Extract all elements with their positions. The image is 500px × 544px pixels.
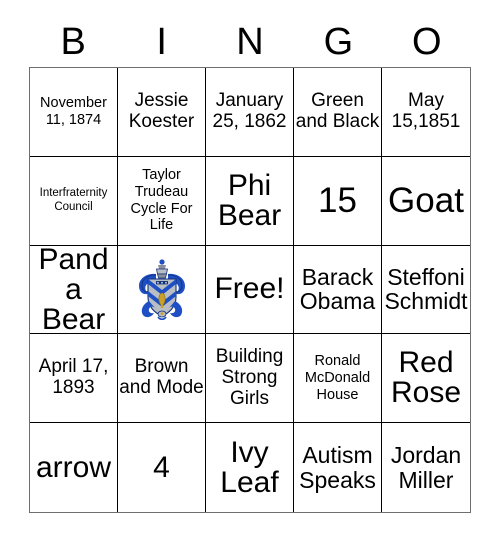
bingo-cell-label: Building Strong Girls	[215, 345, 284, 409]
bingo-cell-r3c2[interactable]	[118, 245, 206, 335]
bingo-cell-r5c5[interactable]: Jordan Miller	[382, 423, 470, 512]
fraternity-crest-icon	[132, 256, 192, 322]
bingo-cell-label: 4	[153, 450, 170, 484]
bingo-cell-label: arrow	[35, 450, 111, 484]
bingo-cell-r1c2[interactable]: Jessie Koester	[118, 68, 206, 157]
bingo-cell-free-space[interactable]: Free!	[206, 245, 294, 335]
bingo-cell-label: Taylor Trudeau Cycle For Life	[130, 167, 193, 234]
bingo-cell-label: January 25, 1862	[212, 90, 287, 132]
bingo-card: B I N G O November 11, 1874 Jessie Koest…	[0, 0, 500, 544]
bingo-cell-label: Goat	[388, 181, 464, 221]
bingo-cell-label: Jordan Miller	[390, 442, 462, 493]
bingo-cell-r3c5[interactable]: Steffoni Schmidt	[382, 245, 470, 335]
bingo-grid: November 11, 1874 Jessie Koester January…	[29, 67, 471, 513]
bingo-cell-r5c3[interactable]: Ivy Leaf	[206, 423, 294, 512]
bingo-cell-r1c1[interactable]: November 11, 1874	[30, 68, 118, 157]
bingo-cell-label: Jessie Koester	[128, 90, 195, 132]
bingo-cell-label: April 17, 1893	[38, 356, 109, 399]
bingo-cell-label: 15	[318, 181, 357, 221]
bingo-cell-label: Green and Black	[295, 90, 380, 132]
bingo-cell-label: Panda Bear	[38, 245, 109, 335]
bingo-cell-r4c4[interactable]: Ronald McDonald House	[294, 334, 382, 424]
bingo-cell-r5c4[interactable]: Autism Speaks	[294, 423, 382, 512]
bingo-cell-label: Barack Obama	[299, 264, 376, 315]
bingo-cell-r4c3[interactable]: Building Strong Girls	[206, 334, 294, 424]
bingo-header-row: B I N G O	[29, 18, 471, 66]
header-letter-g: G	[323, 21, 354, 63]
bingo-cell-label: Ivy Leaf	[220, 435, 279, 499]
bingo-cell-r4c2[interactable]: Brown and Mode	[118, 334, 206, 424]
bingo-cell-label: Interfraternity Council	[39, 187, 108, 213]
bingo-cell-r3c1[interactable]: Panda Bear	[30, 245, 118, 335]
header-letter-b: B	[60, 21, 86, 63]
header-letter-n: N	[236, 21, 264, 63]
bingo-cell-r1c5[interactable]: May 15,1851	[382, 68, 470, 157]
bingo-cell-r5c2[interactable]: 4	[118, 423, 206, 512]
bingo-cell-r4c5[interactable]: Red Rose	[382, 334, 470, 424]
bingo-cell-r2c1[interactable]: Interfraternity Council	[30, 156, 118, 246]
bingo-cell-label: Red Rose	[390, 346, 462, 410]
header-letter-i: I	[156, 21, 167, 63]
bingo-cell-r5c1[interactable]: arrow	[30, 423, 118, 512]
bingo-cell-r4c1[interactable]: April 17, 1893	[30, 334, 118, 424]
bingo-cell-r2c5[interactable]: Goat	[382, 156, 470, 246]
bingo-cell-r2c3[interactable]: Phi Bear	[206, 156, 294, 246]
bingo-cell-label: Brown and Mode	[119, 356, 204, 399]
bingo-cell-label: Steffoni Schmidt	[384, 264, 468, 315]
bingo-cell-r1c3[interactable]: January 25, 1862	[206, 68, 294, 157]
bingo-cell-r2c4[interactable]: 15	[294, 156, 382, 246]
bingo-cell-label: Phi Bear	[217, 168, 282, 232]
bingo-cell-r2c2[interactable]: Taylor Trudeau Cycle For Life	[118, 156, 206, 246]
bingo-cell-label: Autism Speaks	[299, 442, 376, 493]
header-letter-o: O	[412, 21, 442, 63]
free-space-label: Free!	[214, 272, 285, 306]
bingo-cell-r1c4[interactable]: Green and Black	[294, 68, 382, 157]
bingo-cell-label: November 11, 1874	[40, 95, 107, 128]
bingo-cell-label: May 15,1851	[391, 90, 461, 132]
bingo-cell-label: Ronald McDonald House	[304, 353, 371, 403]
bingo-cell-r3c4[interactable]: Barack Obama	[294, 245, 382, 335]
